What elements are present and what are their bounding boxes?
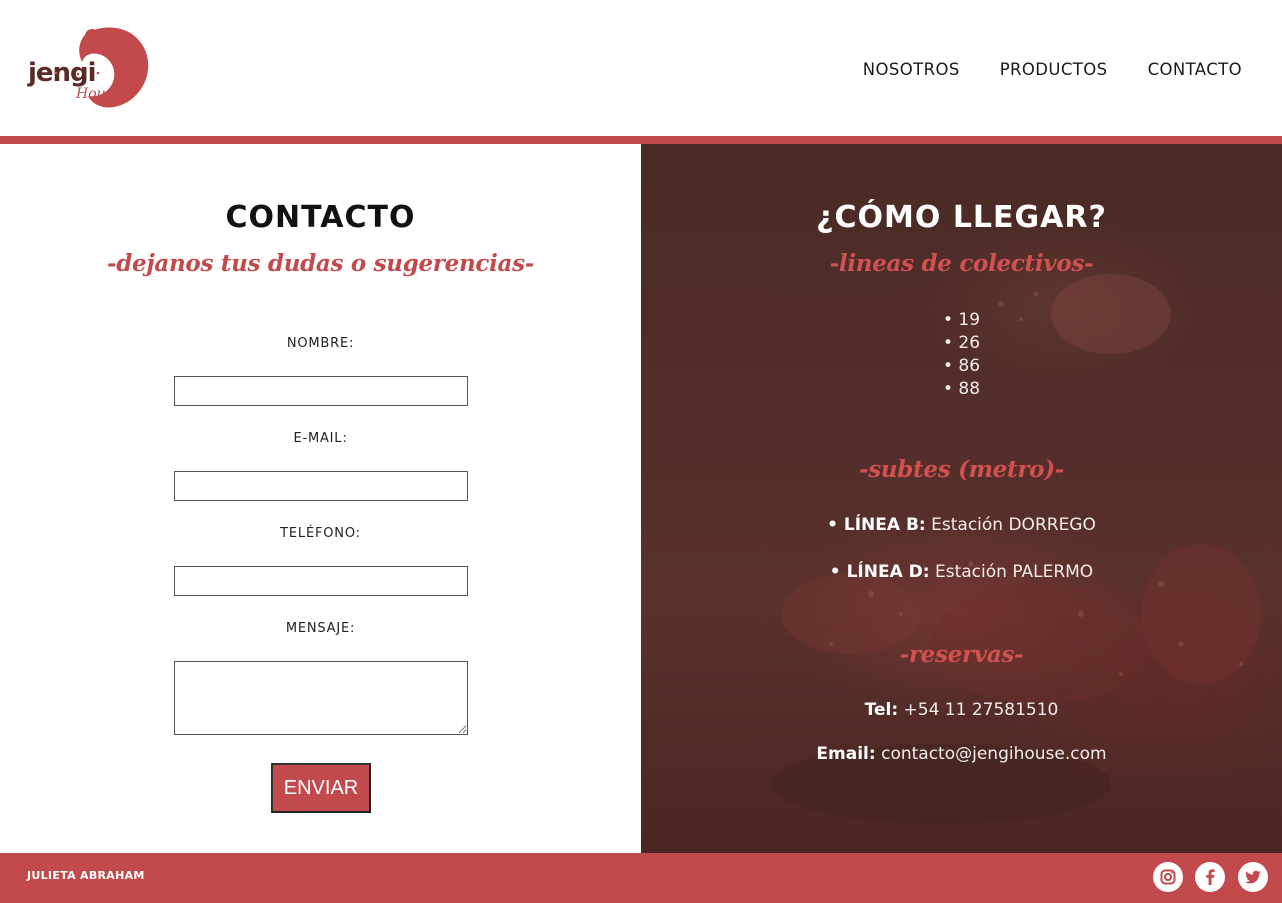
bus-lines-list: • 19 • 26 • 86 • 88 bbox=[641, 309, 1282, 401]
header-divider bbox=[0, 136, 1282, 144]
site-header: jengi House NOSOTROS PRODUCTOS CONTACTO bbox=[0, 0, 1282, 136]
svg-text:House: House bbox=[75, 86, 121, 102]
name-input[interactable] bbox=[174, 376, 468, 406]
phone-line: Tel: +54 11 27581510 bbox=[641, 700, 1282, 720]
directions-section: ¿CÓMO LLEGAR? -lineas de colectivos- • 1… bbox=[641, 144, 1282, 853]
subte-line-d-station: Estación PALERMO bbox=[934, 562, 1094, 582]
footer-author: JULIETA ABRAHAM bbox=[27, 869, 145, 882]
nav-contacto[interactable]: CONTACTO bbox=[1148, 60, 1242, 79]
reservas-heading: -reservas- bbox=[899, 641, 1024, 668]
bus-line-item: • 86 bbox=[942, 356, 981, 376]
contact-subtitle: -dejanos tus dudas o sugerencias- bbox=[107, 250, 534, 277]
nav-productos[interactable]: PRODUCTOS bbox=[1000, 60, 1108, 79]
email-label: E-MAIL: bbox=[293, 431, 348, 446]
bus-line-item: • 26 bbox=[942, 333, 981, 353]
phone-input[interactable] bbox=[174, 566, 468, 596]
email-line: Email: contacto@jengihouse.com bbox=[641, 744, 1282, 764]
subte-heading: -subtes (metro)- bbox=[858, 456, 1065, 483]
subte-line-d-label: • LÍNEA D: bbox=[829, 562, 930, 582]
email-label: Email: bbox=[816, 744, 876, 764]
subte-line-b-station: Estación DORREGO bbox=[931, 515, 1096, 535]
instagram-icon[interactable] bbox=[1153, 862, 1183, 892]
twitter-icon[interactable] bbox=[1238, 862, 1268, 892]
site-footer: JULIETA ABRAHAM bbox=[0, 853, 1282, 903]
name-label: NOMBRE: bbox=[286, 336, 355, 351]
email-input[interactable] bbox=[174, 471, 468, 501]
bus-heading: -lineas de colectivos- bbox=[829, 250, 1094, 277]
nav-nosotros[interactable]: NOSOTROS bbox=[863, 60, 960, 79]
facebook-icon[interactable] bbox=[1195, 862, 1225, 892]
subte-line-b-label: • LÍNEA B: bbox=[827, 515, 926, 535]
email-value[interactable]: contacto@jengihouse.com bbox=[881, 744, 1106, 764]
bus-line-item: • 19 bbox=[942, 310, 981, 330]
message-textarea[interactable] bbox=[174, 661, 468, 735]
main-nav: NOSOTROS PRODUCTOS CONTACTO bbox=[823, 60, 1242, 79]
jengi-house-logo[interactable]: jengi House bbox=[26, 26, 150, 108]
phone-label: TELÉFONO: bbox=[280, 526, 361, 541]
subte-line-d: • LÍNEA D: Estación PALERMO bbox=[641, 562, 1282, 582]
phone-value: +54 11 27581510 bbox=[903, 700, 1059, 720]
contact-title: CONTACTO bbox=[225, 200, 416, 235]
contact-section: CONTACTO -dejanos tus dudas o sugerencia… bbox=[0, 144, 641, 853]
phone-label: Tel: bbox=[864, 700, 899, 720]
svg-text:jengi: jengi bbox=[27, 58, 96, 88]
bus-line-item: • 88 bbox=[942, 379, 981, 399]
subte-line-b: • LÍNEA B: Estación DORREGO bbox=[641, 515, 1282, 535]
directions-title: ¿CÓMO LLEGAR? bbox=[816, 200, 1107, 235]
message-label: MENSAJE: bbox=[285, 621, 356, 636]
send-button[interactable]: ENVIAR bbox=[271, 763, 371, 813]
